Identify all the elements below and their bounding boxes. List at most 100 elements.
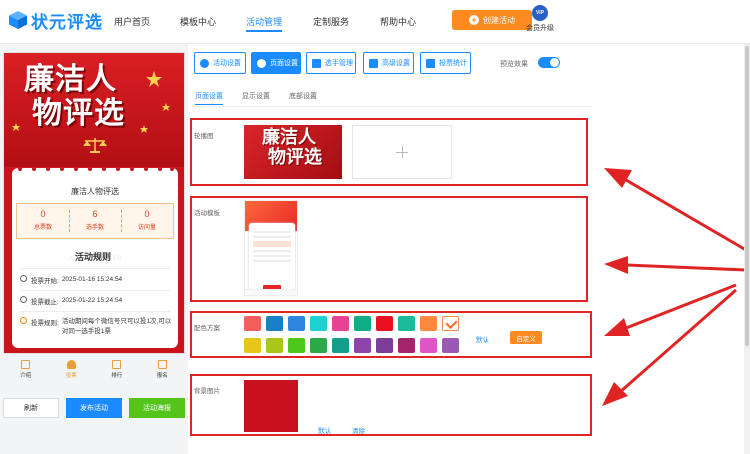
- vip-badge-icon: VIP: [532, 5, 548, 21]
- nav-item-home[interactable]: 用户首页: [114, 15, 150, 28]
- template-line: [253, 255, 291, 257]
- divider: [20, 290, 170, 291]
- color-swatch[interactable]: [244, 316, 261, 331]
- scrollbar-thumb[interactable]: [745, 46, 749, 346]
- contestant-manage-button[interactable]: 选手管理: [306, 52, 356, 74]
- brand-name: 状元评选: [31, 12, 103, 32]
- color-scheme-label: 配色方案: [194, 325, 220, 332]
- chart-icon: [426, 58, 435, 68]
- page-scrollbar[interactable]: [744, 44, 750, 454]
- rule-label: 投票开始:: [31, 278, 59, 285]
- color-swatch[interactable]: [420, 316, 437, 331]
- template-line: [253, 236, 291, 238]
- activity-poster-button[interactable]: 活动海报: [129, 398, 185, 418]
- rule-label: 投票规则:: [31, 320, 59, 327]
- color-swatch[interactable]: [354, 338, 371, 353]
- carousel-image-thumbnail[interactable]: 廉洁人 物评选: [244, 125, 342, 179]
- color-swatch[interactable]: [332, 316, 349, 331]
- color-swatch[interactable]: [310, 338, 327, 353]
- settings-icon: [200, 58, 209, 68]
- stat-total-votes: 0 总票数: [17, 204, 69, 238]
- color-swatch[interactable]: [398, 316, 415, 331]
- rules-heading: A 活动规则 ES: [12, 250, 178, 263]
- nav-item-custom-service[interactable]: 定制服务: [313, 15, 349, 28]
- color-swatch[interactable]: [288, 338, 305, 353]
- preview-hero-banner: 廉洁人 物评选: [4, 53, 184, 167]
- color-swatch[interactable]: [354, 316, 371, 331]
- thumb-line1: 廉洁人: [262, 127, 316, 148]
- clock-icon: [20, 275, 27, 282]
- preview-effect-toggle[interactable]: [538, 57, 560, 68]
- vote-stats-button[interactable]: 投票统计: [420, 52, 471, 74]
- user-icon: [312, 58, 321, 68]
- preview-tab-signup[interactable]: 报名: [140, 358, 186, 384]
- nav-item-help[interactable]: 帮助中心: [380, 15, 416, 28]
- subtab-footer-settings[interactable]: 底部设置: [289, 91, 317, 101]
- stat-contestants: 6 选手数: [69, 204, 121, 238]
- plus-icon: +: [469, 15, 479, 25]
- preview-hero-title: 廉洁人 物评选: [24, 63, 125, 131]
- activity-settings-button[interactable]: 活动设置: [194, 52, 246, 74]
- ranking-icon: [112, 360, 122, 369]
- color-swatch[interactable]: [288, 316, 305, 331]
- template-nav: [245, 289, 297, 295]
- subtab-display-settings[interactable]: 显示设置: [242, 91, 270, 101]
- nav-item-templates[interactable]: 模板中心: [180, 15, 216, 28]
- vip-upgrade[interactable]: VIP 会员升级: [526, 5, 554, 33]
- button-label: 活动设置: [213, 60, 241, 67]
- background-image-thumbnail[interactable]: [244, 380, 298, 432]
- nav-item-activity-manage[interactable]: 活动管理: [246, 15, 283, 32]
- page-settings-button[interactable]: 页面设置: [251, 52, 301, 74]
- color-swatch[interactable]: [420, 338, 437, 353]
- hero-title-line1: 廉洁人: [24, 62, 117, 97]
- stat-value: 6: [92, 209, 98, 219]
- subtab-page-settings[interactable]: 页面设置: [195, 91, 223, 105]
- rule-vote-start: 投票开始: 2025-01-16 15:24:54: [20, 275, 172, 285]
- activity-template-thumbnail[interactable]: [244, 200, 298, 296]
- color-swatch-selected[interactable]: [442, 316, 459, 331]
- stat-value: 0: [40, 209, 46, 219]
- color-swatch[interactable]: [310, 316, 327, 331]
- background-clear-link[interactable]: 清除: [352, 425, 365, 435]
- hero-title-line2: 物评选: [32, 96, 125, 131]
- color-swatch[interactable]: [398, 338, 415, 353]
- color-swatch[interactable]: [266, 316, 283, 331]
- preview-bottom-tabs: 介绍 投票 排行 报名: [3, 358, 185, 384]
- button-label: 投票统计: [439, 60, 467, 67]
- rule-vote-end: 投票截止: 2025-01-22 15:24:54: [20, 296, 172, 306]
- preview-tab-vote[interactable]: 投票: [49, 358, 95, 384]
- stat-label: 总票数: [33, 225, 52, 231]
- rules-ghost-right: ES: [113, 256, 122, 262]
- template-line: [253, 231, 291, 233]
- color-swatch[interactable]: [266, 338, 283, 353]
- brand-logo[interactable]: 状元评选: [8, 8, 103, 32]
- rule-value: 活动期间每个微信号只可以投1次,可以对同一选手投1票: [61, 318, 172, 335]
- preview-tab-ranking[interactable]: 排行: [94, 358, 140, 384]
- template-line: [253, 260, 291, 262]
- rule-label: 投票截止:: [31, 299, 59, 306]
- tab-label: 介绍: [20, 373, 32, 379]
- create-activity-button[interactable]: + 创建活动: [452, 10, 532, 30]
- stat-label: 选手数: [85, 225, 104, 231]
- color-swatch[interactable]: [376, 338, 393, 353]
- preview-tab-intro[interactable]: 介绍: [3, 358, 49, 384]
- advanced-settings-button[interactable]: 高级设置: [363, 52, 414, 74]
- color-swatch[interactable]: [442, 338, 459, 353]
- button-label: 选手管理: [325, 60, 353, 67]
- color-default-link[interactable]: 默认: [476, 334, 489, 344]
- carousel-upload-slot[interactable]: [352, 125, 452, 179]
- background-default-link[interactable]: 默认: [318, 425, 331, 435]
- publish-activity-button[interactable]: 发布活动: [66, 398, 122, 418]
- color-swatch[interactable]: [332, 338, 349, 353]
- color-custom-button[interactable]: 自定义: [510, 331, 542, 344]
- button-label: 高级设置: [382, 60, 410, 67]
- color-swatch[interactable]: [376, 316, 393, 331]
- mobile-preview: 廉洁人 物评选 廉洁人物评选 0 总票数 6 选手数 0 访问量 A 活动规则 …: [3, 52, 185, 354]
- gear-icon: [257, 58, 266, 68]
- refresh-button[interactable]: 刷新: [3, 398, 59, 418]
- thumb-line2: 物评选: [268, 147, 322, 168]
- subtab-divider: [192, 106, 592, 107]
- color-swatch[interactable]: [244, 338, 261, 353]
- preview-effect-label: 预览效果: [500, 61, 528, 68]
- template-card: [249, 223, 295, 293]
